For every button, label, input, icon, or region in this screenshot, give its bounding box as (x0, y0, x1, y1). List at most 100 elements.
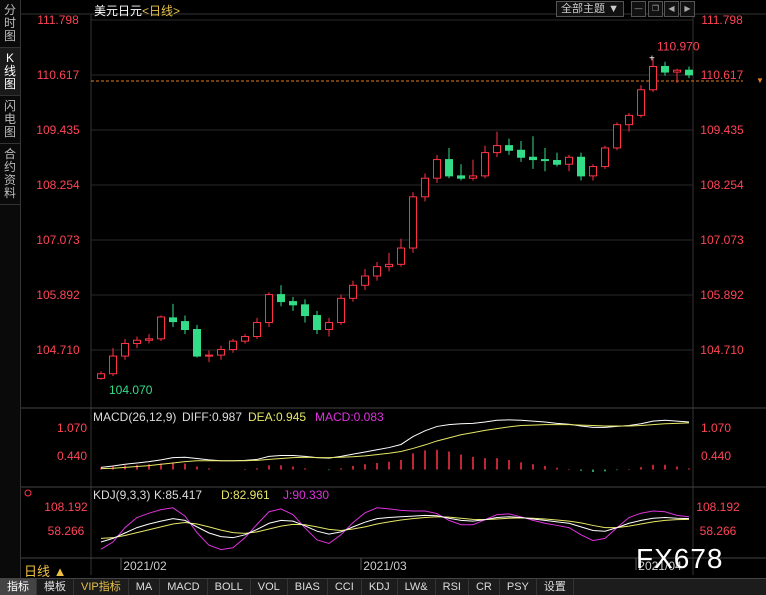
candle-body (577, 156, 585, 177)
kdj-tick-label: 58.266 (48, 524, 85, 538)
side-tab-1[interactable]: K线图 (0, 48, 20, 96)
kdj-j-line (100, 507, 690, 551)
macd-panel[interactable]: MACD(26,12,9) DIFF:0.987 DEA:0.945 MACD:0.0… (57, 410, 731, 472)
candle-body (169, 317, 177, 323)
kdj-d-label: D:82.961 (221, 488, 270, 502)
candle-body (637, 89, 645, 116)
kdj-settings-icon (24, 489, 32, 497)
left-tick-label: 105.892 (36, 288, 80, 302)
candle (277, 285, 285, 307)
macd-diff-label: DIFF:0.987 (182, 410, 242, 424)
candle (625, 113, 633, 132)
left-tick-label: 108.254 (36, 178, 80, 192)
candle (505, 138, 513, 155)
candle-body (565, 156, 573, 165)
candle-body (601, 147, 609, 168)
chart-header: 美元日元<日线> (94, 2, 180, 19)
tab--14[interactable]: 设置 (537, 579, 574, 595)
right-tick-label: 107.073 (700, 233, 744, 247)
candle-body (613, 124, 621, 149)
candle (373, 262, 381, 281)
kdj-tick-label-right: 108.192 (696, 500, 740, 514)
candle-body (337, 297, 345, 324)
side-tab-3[interactable]: 合约资料 (0, 144, 20, 205)
restore-icon[interactable]: ❐ (648, 1, 663, 17)
macd-dea-label: DEA:0.945 (248, 410, 306, 424)
candle-body (265, 294, 273, 324)
candle-body (373, 266, 381, 277)
tab-vol-6[interactable]: VOL (251, 579, 288, 595)
candle-body (181, 321, 189, 331)
candle-body (481, 152, 489, 177)
candle (133, 336, 141, 349)
candle-body (517, 149, 525, 158)
candle-body (217, 349, 225, 356)
tab-lw-10[interactable]: LW& (398, 579, 436, 595)
candle-body (301, 304, 309, 317)
candle (445, 147, 453, 179)
tab-macd-4[interactable]: MACD (160, 579, 208, 595)
candle-body (253, 322, 261, 337)
kdj-d-line (100, 516, 690, 539)
candle (577, 152, 585, 181)
candle (145, 334, 153, 344)
candle (673, 68, 681, 83)
tab--1[interactable]: 模板 (37, 579, 74, 595)
tab-rsi-11[interactable]: RSI (436, 579, 469, 595)
candle-body (349, 284, 357, 299)
tab-cr-12[interactable]: CR (469, 579, 500, 595)
x-tick-label: 2021/02 (123, 559, 167, 573)
candle (541, 147, 549, 172)
tab-vip-2[interactable]: VIP指标 (74, 579, 129, 595)
side-tab-2[interactable]: 闪电图 (0, 96, 20, 144)
right-arrow-icon[interactable]: ▶ (680, 1, 695, 17)
candle (301, 299, 309, 323)
candle (385, 252, 393, 272)
last-price-label: 110.617 (701, 68, 744, 82)
candle-body (157, 316, 165, 340)
right-tick-label: 104.710 (700, 343, 744, 357)
kdj-title: KDJ(9,3,3) (93, 488, 150, 502)
candle (265, 292, 273, 328)
high-price-label: 110.970 (657, 40, 700, 54)
candle (601, 145, 609, 169)
tab-boll-5[interactable]: BOLL (208, 579, 251, 595)
candle (409, 192, 417, 253)
candle (517, 140, 525, 162)
candle (109, 348, 117, 377)
kdj-panel[interactable]: KDJ(9,3,3) K:85.417 D:82.961 J:90.330 108.19… (24, 488, 740, 551)
macd-title: MACD(26,12,9) (93, 410, 176, 424)
candle-body (553, 160, 561, 165)
candle-body (529, 156, 537, 161)
kdj-tick-label: 108.192 (44, 500, 88, 514)
candle-body (193, 329, 201, 357)
macd-tick-label-right: 1.070 (701, 421, 731, 435)
tab-cci-8[interactable]: CCI (328, 579, 362, 595)
high-marker: + (649, 54, 655, 65)
left-arrow-icon[interactable]: ◀ (664, 1, 679, 17)
theme-dropdown[interactable]: 全部主题 ▼ (556, 1, 624, 17)
tab-bias-7[interactable]: BIAS (288, 579, 328, 595)
tab-kdj-9[interactable]: KDJ (362, 579, 398, 595)
minus-icon[interactable]: — (631, 1, 646, 17)
kdj-k-label: K:85.417 (154, 488, 202, 502)
tab-ma-3[interactable]: MA (129, 579, 161, 595)
left-tick-label: 107.073 (36, 233, 80, 247)
chart-canvas: MACD(26,12,9) DIFF:0.987 DEA:0.945 MACD:0.0… (20, 13, 766, 575)
tab-psy-13[interactable]: PSY (500, 579, 537, 595)
candle-body (109, 355, 117, 375)
candle (313, 310, 321, 335)
candle (457, 164, 465, 181)
macd-tick-label: 1.070 (57, 421, 87, 435)
candle (637, 85, 645, 118)
candle-body (649, 65, 657, 91)
candlestick-series[interactable] (97, 58, 693, 380)
candle-body (97, 373, 105, 379)
left-tick-label: 111.798 (37, 13, 79, 27)
candle (493, 131, 501, 158)
candle (205, 350, 213, 363)
macd-value-label: MACD:0.083 (315, 410, 384, 424)
tab--0[interactable]: 指标 (0, 579, 37, 595)
side-tab-0[interactable]: 分时图 (0, 0, 20, 48)
candle (193, 324, 201, 358)
